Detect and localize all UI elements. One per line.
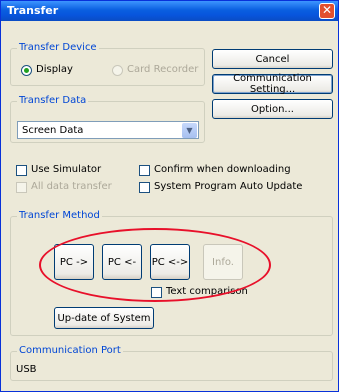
display-label[interactable]: Display bbox=[36, 64, 73, 75]
use-simulator-label[interactable]: Use Simulator bbox=[31, 164, 101, 175]
window-title: Transfer bbox=[7, 4, 59, 17]
communication-port-value: USB bbox=[16, 364, 37, 375]
display-radio[interactable] bbox=[21, 65, 32, 76]
confirm-when-downloading-label[interactable]: Confirm when downloading bbox=[154, 164, 291, 175]
transfer-device-label: Transfer Device bbox=[17, 42, 99, 53]
card-recorder-radio[interactable] bbox=[112, 65, 123, 76]
title-bar[interactable]: Transfer ✕ bbox=[1, 1, 338, 21]
transfer-method-label: Transfer Method bbox=[17, 210, 102, 221]
transfer-dialog: Transfer ✕ Transfer Device Display Card … bbox=[0, 0, 339, 392]
option-button[interactable]: Option... bbox=[212, 99, 333, 119]
card-recorder-label[interactable]: Card Recorder bbox=[127, 64, 198, 75]
system-program-auto-update-label[interactable]: System Program Auto Update bbox=[154, 181, 302, 192]
highlight-ellipse bbox=[39, 228, 271, 302]
communication-setting-button[interactable]: Communication Setting... bbox=[212, 73, 333, 95]
all-data-transfer-checkbox[interactable] bbox=[16, 182, 27, 193]
transfer-data-label: Transfer Data bbox=[17, 95, 89, 106]
communication-port-group: Communication Port bbox=[10, 345, 333, 381]
cancel-button[interactable]: Cancel bbox=[212, 49, 333, 69]
use-simulator-checkbox[interactable] bbox=[16, 165, 27, 176]
close-icon[interactable]: ✕ bbox=[319, 3, 335, 19]
all-data-transfer-label[interactable]: All data transfer bbox=[31, 181, 112, 192]
chevron-down-icon[interactable]: ▼ bbox=[182, 123, 197, 138]
confirm-when-downloading-checkbox[interactable] bbox=[139, 165, 150, 176]
system-program-auto-update-checkbox[interactable] bbox=[139, 182, 150, 193]
transfer-data-value: Screen Data bbox=[22, 125, 84, 136]
transfer-data-select[interactable]: Screen Data ▼ bbox=[17, 121, 199, 139]
update-system-button[interactable]: Up-date of System bbox=[54, 307, 154, 329]
communication-port-label: Communication Port bbox=[17, 345, 123, 356]
